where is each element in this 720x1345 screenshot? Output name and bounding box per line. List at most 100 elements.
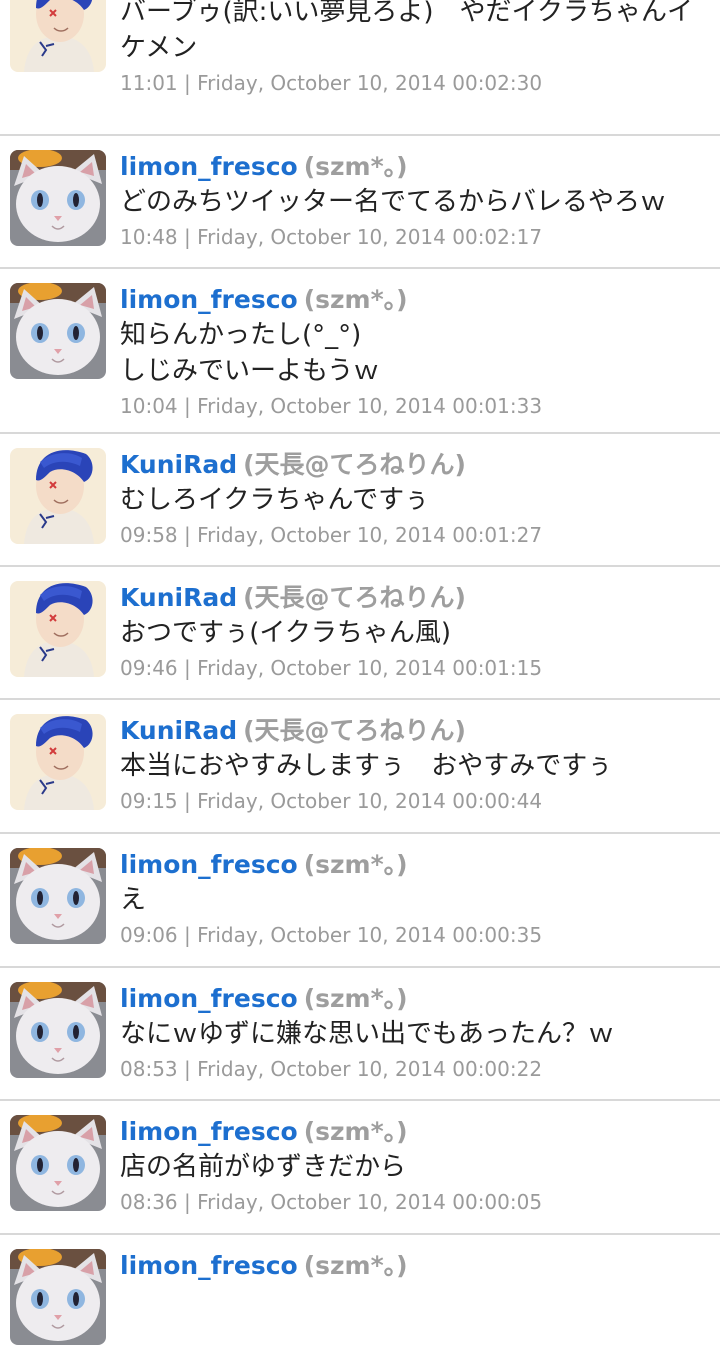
avatar[interactable] [10,982,106,1078]
display-name: (szm*。) [303,850,408,879]
tweet-time: 08:36 [120,1190,178,1214]
tweet-header: limon_fresco (szm*。) [120,283,716,317]
username[interactable]: limon_fresco [120,984,298,1013]
username[interactable]: limon_fresco [120,1251,298,1280]
avatar[interactable] [10,1115,106,1211]
username[interactable]: KuniRad [120,716,237,745]
display-name: (szm*。) [303,984,408,1013]
tweet-text: え [120,885,147,915]
tweet-time: 08:53 [120,1057,178,1081]
tweet-item[interactable]: KuniRad (天長@てろねりん) おつですぅ(イクラちゃん風) 09:46 |… [0,567,720,700]
display-name: (szm*。) [303,152,408,181]
tweet-header: limon_fresco (szm*。) [120,1249,716,1283]
tweet-item[interactable]: KuniRad (天長@てろねりん) むしろイクラちゃんですぅ 09:58 | F… [0,434,720,567]
tweet-timestamp: 10:04 | Friday, October 10, 2014 00:01:3… [120,391,716,421]
tweet-body: limon_fresco (szm*。) 知らんかったし(°_°) しじみでいーよ… [120,283,716,421]
cat-avatar-icon [10,848,106,944]
person-avatar-icon [10,0,106,72]
tweet-header: limon_fresco (szm*。) [120,150,716,184]
tweet-header: limon_fresco (szm*。) [120,982,716,1016]
tweet-body: limon_fresco (szm*。) どのみちツイッター名でてるからバレるやろ… [120,150,716,252]
tweet-body: limon_fresco (szm*。) 店の名前がゆずきだから 08:36 | … [120,1115,716,1217]
tweet-timestamp: 09:15 | Friday, October 10, 2014 00:00:4… [120,786,716,816]
person-avatar-icon [10,581,106,677]
tweet-header: KuniRad (天長@てろねりん) [120,581,716,615]
avatar[interactable] [10,150,106,246]
username[interactable]: limon_fresco [120,1117,298,1146]
tweet-item[interactable]: limon_fresco (szm*。) 知らんかったし(°_°) しじみでいーよ… [0,269,720,434]
tweet-date: Friday, October 10, 2014 00:01:15 [197,656,543,680]
tweet-text: 本当におやすみしますぅ おやすみですぅ [120,751,613,781]
avatar[interactable] [10,283,106,379]
avatar[interactable] [10,581,106,677]
tweet-time: 11:01 [120,71,178,95]
tweet-timestamp: 08:53 | Friday, October 10, 2014 00:00:2… [120,1054,716,1084]
username[interactable]: KuniRad [120,583,237,612]
tweet-body: limon_fresco (szm*。) [120,1249,716,1283]
tweet-item[interactable]: KuniRad(天長@てろねりん) バーブゥ(訳:いい夢見ろよ) やだイクラちゃ… [0,0,720,136]
tweet-body: limon_fresco (szm*。) え 09:06 | Friday, Oc… [120,848,716,950]
cat-avatar-icon [10,283,106,379]
tweet-item[interactable]: limon_fresco (szm*。) [0,1235,720,1345]
avatar[interactable] [10,1249,106,1345]
tweet-item[interactable]: limon_fresco (szm*。) どのみちツイッター名でてるからバレるやろ… [0,136,720,269]
tweet-body: KuniRad(天長@てろねりん) バーブゥ(訳:いい夢見ろよ) やだイクラちゃ… [120,0,716,98]
tweet-timestamp: 09:46 | Friday, October 10, 2014 00:01:1… [120,653,716,683]
tweet-text: なにｗゆずに嫌な思い出でもあったん？ｗ [120,1019,615,1049]
tweet-text: どのみちツイッター名でてるからバレるやろｗ [120,187,667,217]
tweet-text: バーブゥ(訳:いい夢見ろよ) やだイクラちゃんイケメン [120,0,693,63]
meta-separator: | [177,656,198,680]
meta-separator: | [177,394,198,418]
tweet-date: Friday, October 10, 2014 00:02:17 [197,225,543,249]
tweet-body: KuniRad (天長@てろねりん) おつですぅ(イクラちゃん風) 09:46 |… [120,581,716,683]
meta-separator: | [177,1057,198,1081]
tweet-time: 09:46 [120,656,178,680]
cat-avatar-icon [10,982,106,1078]
tweet-date: Friday, October 10, 2014 00:00:22 [197,1057,543,1081]
tweet-date: Friday, October 10, 2014 00:02:30 [197,71,543,95]
tweet-date: Friday, October 10, 2014 00:00:35 [197,923,543,947]
cat-avatar-icon [10,1249,106,1345]
tweet-header: KuniRad (天長@てろねりん) [120,448,716,482]
display-name: (szm*。) [303,1117,408,1146]
meta-separator: | [177,523,198,547]
username[interactable]: limon_fresco [120,152,298,181]
cat-avatar-icon [10,150,106,246]
meta-separator: | [177,923,198,947]
tweet-time: 09:15 [120,789,178,813]
tweet-timestamp: 10:48 | Friday, October 10, 2014 00:02:1… [120,222,716,252]
username[interactable]: limon_fresco [120,850,298,879]
username[interactable]: limon_fresco [120,285,298,314]
avatar[interactable] [10,848,106,944]
tweet-text: むしろイクラちゃんですぅ [120,485,430,515]
display-name: (天長@てろねりん) [243,716,466,745]
tweet-timestamp: 09:06 | Friday, October 10, 2014 00:00:3… [120,920,716,950]
tweet-body: KuniRad (天長@てろねりん) 本当におやすみしますぅ おやすみですぅ 09… [120,714,716,816]
avatar[interactable] [10,0,106,72]
tweet-timestamp: 11:01 | Friday, October 10, 2014 00:02:3… [120,68,716,98]
meta-separator: | [177,225,198,249]
display-name: (天長@てろねりん) [243,450,466,479]
person-avatar-icon [10,448,106,544]
tweet-time: 09:06 [120,923,178,947]
tweet-item[interactable]: KuniRad (天長@てろねりん) 本当におやすみしますぅ おやすみですぅ 09… [0,700,720,834]
tweet-timestamp: 09:58 | Friday, October 10, 2014 00:01:2… [120,520,716,550]
username[interactable]: KuniRad [120,450,237,479]
meta-separator: | [177,71,198,95]
display-name: (szm*。) [303,285,408,314]
tweet-text: 知らんかったし(°_°) しじみでいーよもうｗ [120,320,380,386]
avatar[interactable] [10,448,106,544]
tweet-timestamp: 08:36 | Friday, October 10, 2014 00:00:0… [120,1187,716,1217]
tweet-text: 店の名前がゆずきだから [120,1152,407,1182]
tweet-header: KuniRad (天長@てろねりん) [120,714,716,748]
display-name: (szm*。) [303,1251,408,1280]
tweet-item[interactable]: limon_fresco (szm*。) え 09:06 | Friday, Oc… [0,834,720,968]
tweet-text: おつですぅ(イクラちゃん風) [120,618,451,648]
display-name: (天長@てろねりん) [243,583,466,612]
cat-avatar-icon [10,1115,106,1211]
tweet-item[interactable]: limon_fresco (szm*。) なにｗゆずに嫌な思い出でもあったん？ｗ … [0,968,720,1101]
tweet-header: limon_fresco (szm*。) [120,1115,716,1149]
tweet-item[interactable]: limon_fresco (szm*。) 店の名前がゆずきだから 08:36 | … [0,1101,720,1235]
avatar[interactable] [10,714,106,810]
tweet-date: Friday, October 10, 2014 00:00:05 [197,1190,543,1214]
